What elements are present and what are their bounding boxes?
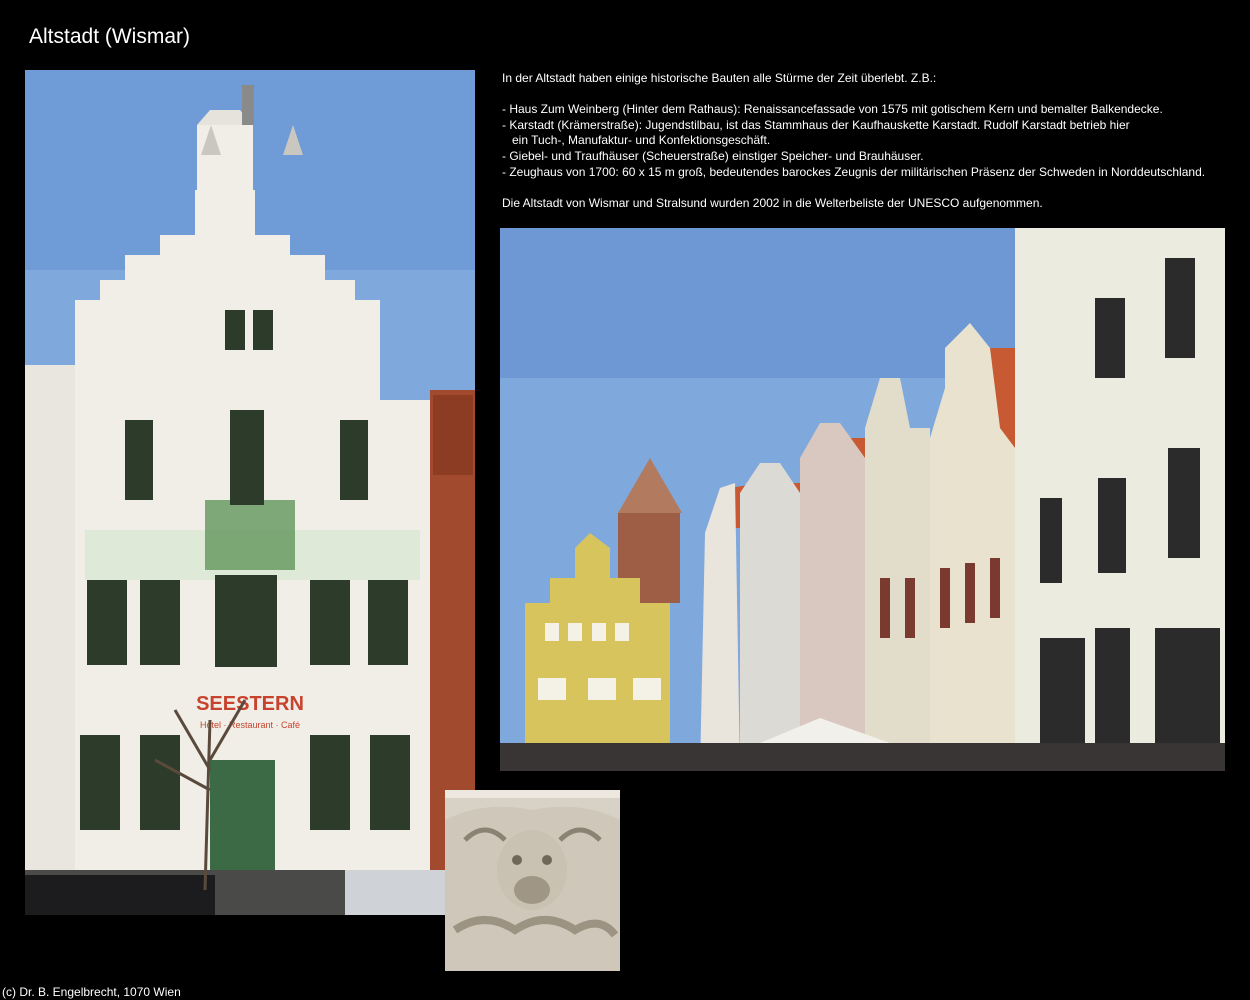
- list-item: - Zeughaus von 1700: 60 x 15 m groß, bed…: [502, 164, 1206, 179]
- list-item: - Giebel- und Traufhäuser (Scheuerstraße…: [502, 148, 924, 163]
- stone-relief-illustration: [445, 790, 620, 971]
- copyright-footer: (c) Dr. B. Engelbrecht, 1070 Wien: [2, 985, 181, 999]
- landmark-list: - Haus Zum Weinberg (Hinter dem Rathaus)…: [502, 102, 1222, 180]
- photo-street-gables: [500, 228, 1225, 771]
- description-text: In der Altstadt haben einige historische…: [502, 71, 1222, 211]
- closing-paragraph: Die Altstadt von Wismar und Stralsund wu…: [502, 195, 1043, 210]
- list-item: ein Tuch-, Manufaktur- und Konfektionsge…: [502, 133, 771, 148]
- seestern-subsign: Hotel · Restaurant · Café: [200, 720, 300, 730]
- street-gables-illustration: [500, 228, 1225, 771]
- page-title: Altstadt (Wismar): [29, 25, 191, 48]
- seestern-sign: SEESTERN: [196, 693, 304, 715]
- intro-paragraph: In der Altstadt haben einige historische…: [502, 71, 937, 85]
- list-item: - Haus Zum Weinberg (Hinter dem Rathaus)…: [502, 102, 1163, 117]
- photo-seestern-building: SEESTERN Hotel · Restaurant · Café: [25, 70, 475, 915]
- list-item: - Karstadt (Krämerstraße): Jugendstilbau…: [502, 117, 1130, 132]
- photo-stone-relief: [445, 790, 620, 971]
- seestern-building-illustration: SEESTERN Hotel · Restaurant · Café: [25, 70, 475, 915]
